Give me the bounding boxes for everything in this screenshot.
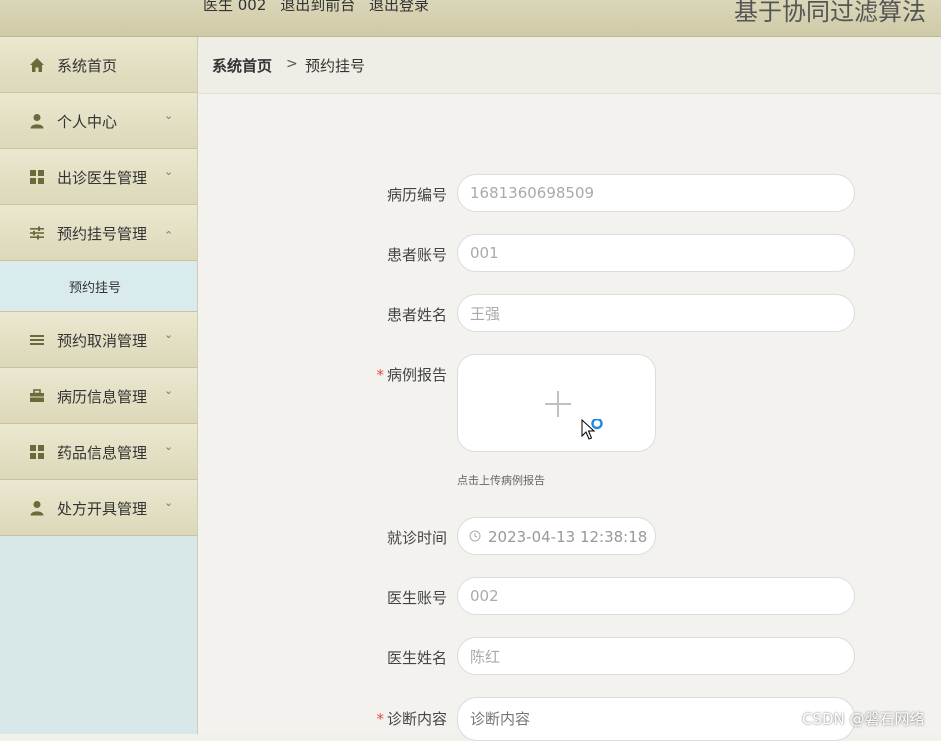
watermark: CSDN @磐石网络 [802,710,925,728]
chevron-down-icon: ⌄ [164,496,174,509]
chevron-down-icon: ⌄ [164,328,174,341]
sidebar-item-cancel-mgmt[interactable]: 预约取消管理 ⌄ [0,312,197,368]
diagnosis-label: 诊断内容 [386,710,447,728]
sidebar-item-personal[interactable]: 个人中心 ⌄ [0,93,197,149]
diagnosis-input[interactable] [457,697,855,741]
case-report-upload[interactable] [457,354,656,452]
sidebar-item-doctor-mgmt[interactable]: 出诊医生管理 ⌄ [0,149,197,205]
visit-time-picker[interactable]: 2023-04-13 12:38:18 [457,517,656,555]
case-report-label: 病例报告 [386,366,447,384]
patient-account-input[interactable] [457,234,855,272]
patient-account-label: 患者账号 [386,246,447,264]
sidebar-item-appointment-mgmt[interactable]: 预约挂号管理 ⌃ [0,205,197,261]
sidebar-item-drug-mgmt[interactable]: 药品信息管理 ⌄ [0,424,197,480]
breadcrumb-home[interactable]: 系统首页 [212,55,272,76]
case-report-label-wrap: * 病例报告 [376,364,447,385]
sidebar-item-label: 药品信息管理 [57,444,148,462]
user-icon [29,500,45,516]
record-no-label: 病历编号 [386,186,447,204]
record-no-input[interactable] [457,174,855,212]
clock-icon [469,530,481,542]
chevron-down-icon: ⌄ [164,440,174,453]
appointment-form: 病历编号 患者账号 患者姓名 *病例报告 点击上传病例报告 就诊时间 2023-… [198,94,941,741]
briefcase-icon [29,388,45,404]
list-icon [29,332,45,348]
visit-time-value: 2023-04-13 12:38:18 [488,528,648,546]
grid-icon [29,169,45,185]
sidebar-item-home[interactable]: 系统首页 [0,37,197,93]
required-asterisk: * [376,710,384,728]
back-to-frontend-link[interactable]: 退出到前台 [280,0,355,14]
sidebar-item-label: 系统首页 [57,57,118,75]
user-info: 医生 002 退出到前台 退出登录 [203,0,438,15]
chevron-down-icon: ⌄ [164,384,174,397]
logout-link[interactable]: 退出登录 [369,0,429,14]
submenu-item-label: 预约挂号 [69,281,122,296]
plus-icon-vertical [557,391,559,417]
patient-name-input[interactable] [457,294,855,332]
mouse-cursor-icon [581,419,603,440]
upload-hint: 点击上传病例报告 [457,474,545,487]
chevron-down-icon: ⌄ [164,165,174,178]
user-icon [29,113,45,129]
sidebar-item-label: 预约取消管理 [57,332,148,350]
sidebar: 系统首页 个人中心 ⌄ 出诊医生管理 ⌄ 预约挂号管理 ⌃ 预约挂号 预约取消管… [0,37,198,734]
doctor-name-input[interactable] [457,637,855,675]
user-label: 医生 002 [203,0,267,14]
sidebar-item-label: 出诊医生管理 [57,169,148,187]
diagnosis-label-wrap: * 诊断内容 [376,708,447,729]
doctor-account-input[interactable] [457,577,855,615]
sliders-icon [29,225,45,241]
chevron-down-icon: ⌄ [164,109,174,122]
grid-icon [29,444,45,460]
visit-time-label: 就诊时间 [386,529,447,547]
site-title: 基于协同过滤算法 [734,0,926,26]
submenu-item-appointment[interactable]: 预约挂号 [0,261,197,312]
sidebar-item-prescription-mgmt[interactable]: 处方开具管理 ⌄ [0,480,197,536]
required-asterisk: * [376,366,384,384]
sidebar-item-label: 处方开具管理 [57,500,148,518]
sidebar-item-label: 预约挂号管理 [57,225,148,243]
breadcrumb-current: 预约挂号 [305,57,366,75]
top-header: 医生 002 退出到前台 退出登录 基于协同过滤算法 [0,0,941,37]
sidebar-item-label: 病历信息管理 [57,388,148,406]
chevron-up-icon: ⌃ [164,229,174,242]
patient-name-label: 患者姓名 [386,306,447,324]
doctor-name-label: 医生姓名 [386,649,447,667]
sidebar-item-record-mgmt[interactable]: 病历信息管理 ⌄ [0,368,197,424]
doctor-account-label: 医生账号 [386,589,447,607]
sidebar-item-label: 个人中心 [57,113,118,131]
home-icon [29,57,45,73]
breadcrumb-separator: > [286,56,298,72]
breadcrumb: 系统首页 > 预约挂号 [198,37,941,94]
